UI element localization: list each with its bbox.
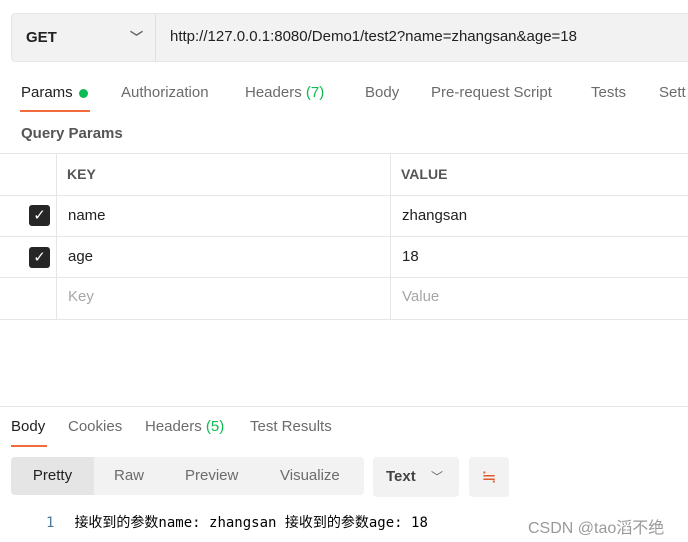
view-preview[interactable]: Preview [185, 457, 238, 495]
column-header-value: VALUE [401, 166, 448, 182]
divider [0, 236, 688, 237]
param-value[interactable]: 18 [402, 248, 419, 265]
param-value[interactable]: zhangsan [402, 207, 467, 224]
format-dropdown[interactable]: Text ﹀ [373, 457, 459, 497]
method-select[interactable]: GET ﹀ [12, 14, 156, 61]
new-key-input[interactable]: Key [68, 288, 94, 305]
divider [0, 195, 688, 196]
param-key[interactable]: name [68, 207, 106, 224]
tab-pre-request-script[interactable]: Pre-request Script [431, 84, 552, 101]
url-input[interactable]: http://127.0.0.1:8080/Demo1/test2?name=z… [170, 28, 577, 45]
row-checkbox[interactable]: ✓ [29, 205, 50, 226]
divider [0, 153, 688, 154]
watermark: CSDN @tao滔不绝 [528, 520, 665, 537]
active-tab-underline [20, 110, 90, 112]
view-pretty[interactable]: Pretty [11, 457, 94, 495]
active-tab-underline [11, 445, 47, 447]
response-tab-headers[interactable]: Headers (5) [145, 418, 224, 435]
tab-headers[interactable]: Headers (7) [245, 84, 324, 101]
divider [56, 153, 57, 319]
column-header-key: KEY [67, 166, 96, 182]
query-params-title: Query Params [21, 125, 123, 142]
response-tab-body[interactable]: Body [11, 418, 45, 435]
response-body: 1 接收到的参数name: zhangsan 接收到的参数age: 18 [46, 512, 428, 532]
wrap-lines-button[interactable]: ≒ [469, 457, 509, 497]
tab-tests[interactable]: Tests [591, 84, 626, 101]
param-key[interactable]: age [68, 248, 93, 265]
tab-settings[interactable]: Sett [659, 84, 686, 101]
response-text: 接收到的参数name: zhangsan 接收到的参数age: 18 [74, 515, 428, 531]
view-visualize[interactable]: Visualize [280, 457, 340, 495]
tab-body[interactable]: Body [365, 84, 399, 101]
response-tab-test-results[interactable]: Test Results [250, 418, 332, 435]
new-value-input[interactable]: Value [402, 288, 439, 305]
divider [390, 153, 391, 319]
chevron-down-icon: ﹀ [130, 30, 144, 45]
chevron-down-icon: ﹀ [431, 470, 444, 484]
divider [0, 277, 688, 278]
url-bar: GET ﹀ http://127.0.0.1:8080/Demo1/test2?n… [11, 13, 688, 62]
line-number: 1 [46, 515, 55, 531]
tab-params[interactable]: Params [21, 84, 88, 101]
view-mode-selector: Pretty Raw Preview Visualize [11, 457, 364, 495]
method-label: GET [26, 29, 57, 46]
tab-authorization[interactable]: Authorization [121, 84, 209, 101]
status-dot-icon [78, 88, 88, 98]
row-checkbox[interactable]: ✓ [29, 247, 50, 268]
wrap-icon: ≒ [481, 467, 497, 487]
response-tab-cookies[interactable]: Cookies [68, 418, 122, 435]
divider [0, 319, 688, 320]
view-raw[interactable]: Raw [114, 457, 144, 495]
divider [0, 406, 688, 407]
